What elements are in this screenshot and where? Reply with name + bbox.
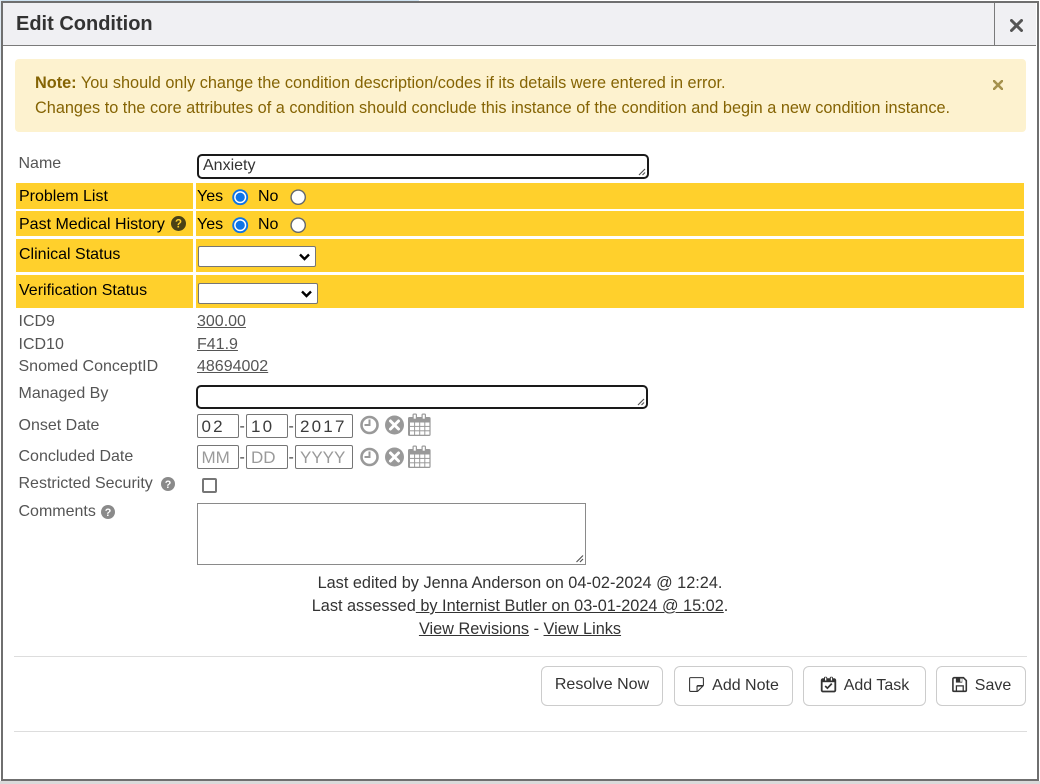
svg-text:?: ? xyxy=(174,219,181,231)
svg-text:?: ? xyxy=(105,507,112,519)
svg-text:?: ? xyxy=(164,479,171,491)
